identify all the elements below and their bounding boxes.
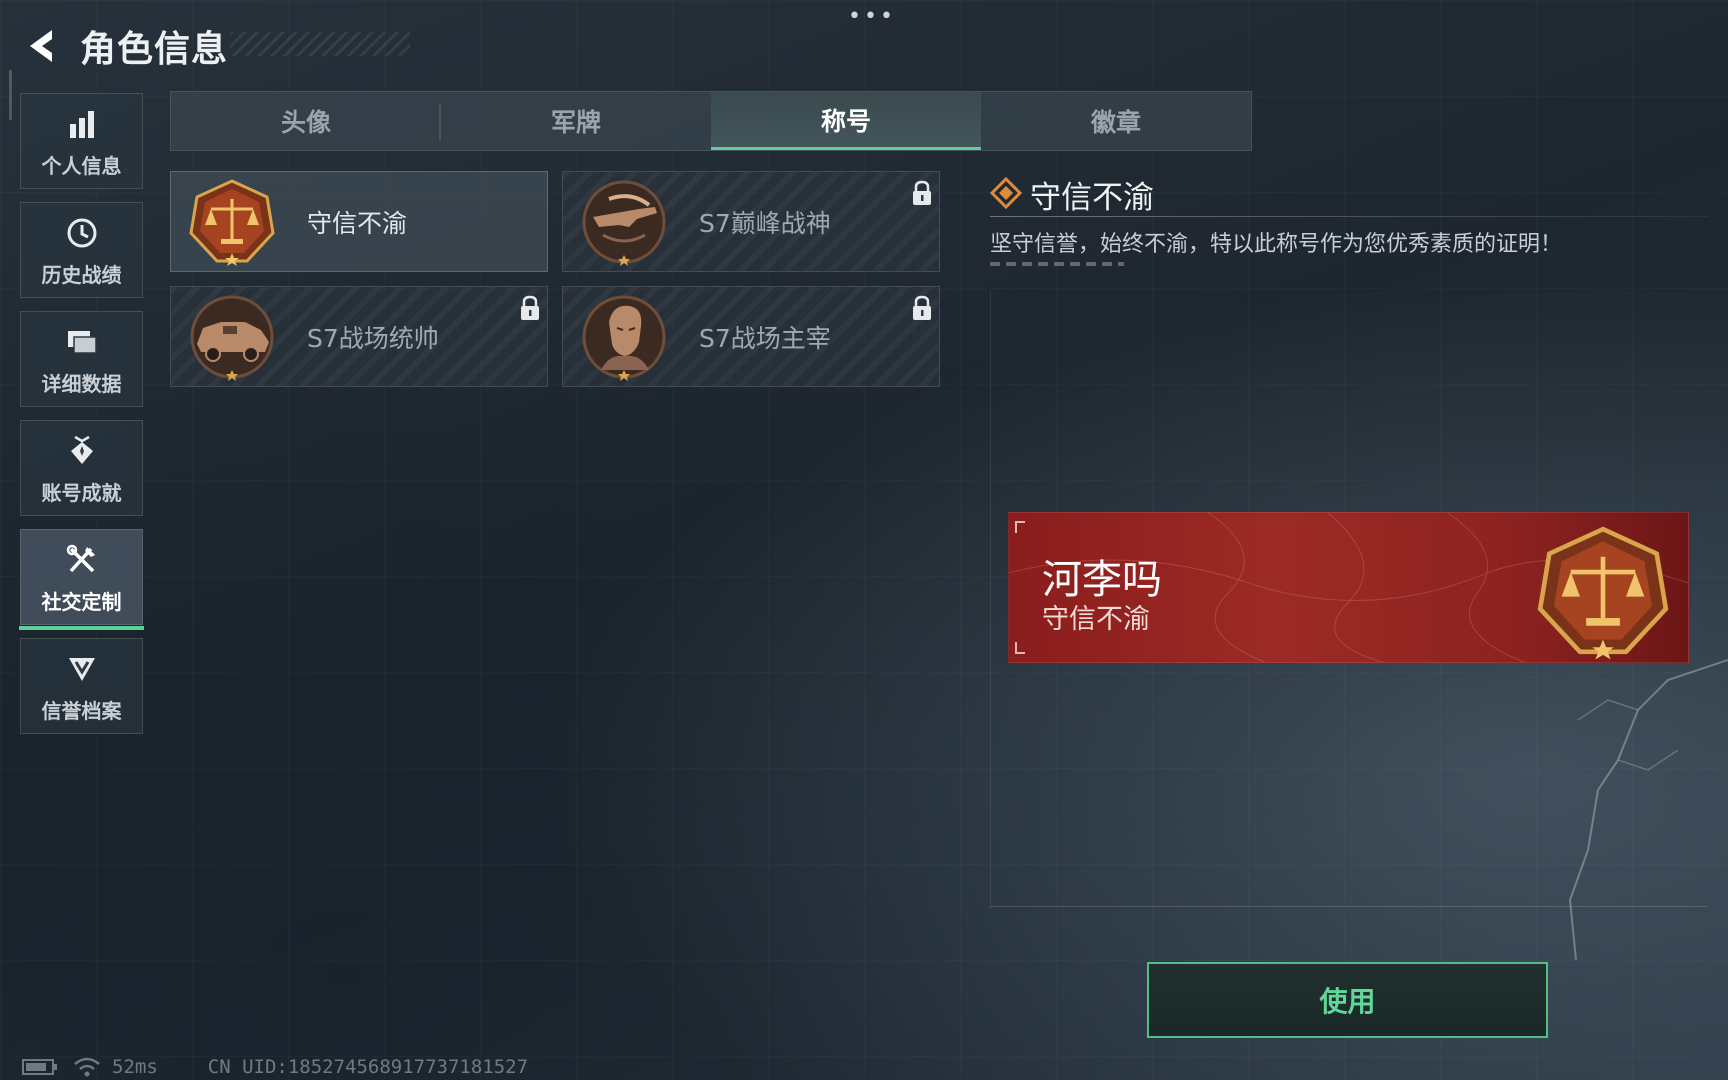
- sidebar-item-label: 账号成就: [41, 480, 122, 505]
- title-card-grid: 守信不渝 S7巅峰战神 S7战场统帅 S7战场主宰: [170, 171, 940, 387]
- sidebar-item-label: 信誉档案: [41, 698, 122, 723]
- title-preview-banner: 河李吗 守信不渝: [1008, 512, 1689, 663]
- sidebar-item-history[interactable]: 历史战绩: [20, 202, 143, 298]
- category-tabs: 头像 军牌 称号 徽章: [170, 91, 1252, 151]
- tab-avatar[interactable]: 头像: [171, 92, 441, 150]
- sidebar: 个人信息 历史战绩 详细数据 账号成就 社交定制 信誉档案: [19, 93, 144, 747]
- back-button[interactable]: [20, 24, 64, 68]
- vehicle-medal-icon: [190, 295, 274, 381]
- shield-chevron-icon: [68, 657, 95, 681]
- sidebar-item-label: 个人信息: [41, 153, 122, 178]
- achievement-badge-icon: [70, 435, 93, 464]
- use-button[interactable]: 使用: [1147, 962, 1548, 1038]
- sidebar-item-achievements[interactable]: 账号成就: [20, 420, 143, 516]
- lock-icon: [913, 295, 931, 320]
- wifi-icon: [74, 1057, 100, 1077]
- sidebar-edge-line: [9, 70, 12, 120]
- sidebar-item-detailed-data[interactable]: 详细数据: [20, 311, 143, 407]
- page-title: 角色信息: [80, 29, 229, 70]
- rifle-medal-icon: [582, 180, 666, 266]
- sidebar-item-credit-profile[interactable]: 信誉档案: [20, 638, 143, 734]
- detail-dash-decoration: [990, 262, 1124, 266]
- tools-icon: [66, 544, 95, 572]
- soldier-medal-icon: [582, 295, 666, 381]
- tab-dog-tag[interactable]: 军牌: [441, 92, 711, 150]
- detail-title: 守信不渝: [1030, 180, 1154, 216]
- title-card-name: S7巅峰战神: [699, 208, 831, 238]
- lock-icon: [913, 180, 931, 205]
- more-menu-dots[interactable]: •••: [848, 6, 896, 28]
- detail-description: 坚守信誉，始终不渝，特以此称号作为您优秀素质的证明！: [990, 232, 1563, 257]
- tab-badge[interactable]: 徽章: [981, 92, 1251, 150]
- folders-icon: [67, 330, 97, 354]
- title-card[interactable]: 守信不渝: [170, 171, 548, 272]
- diamond-title-icon: [990, 177, 1022, 209]
- sidebar-item-label: 详细数据: [41, 371, 122, 396]
- preview-title-text: 守信不渝: [1042, 604, 1150, 635]
- preview-frame-bottom-line: [990, 906, 1708, 907]
- tab-title[interactable]: 称号: [711, 92, 981, 150]
- bar-chart-icon: [69, 110, 94, 138]
- battery-icon: [22, 1059, 57, 1075]
- title-hatch-decoration: [230, 32, 410, 56]
- banner-corner: [1015, 521, 1025, 533]
- sidebar-item-label: 社交定制: [41, 589, 122, 614]
- title-card[interactable]: S7战场统帅: [170, 286, 548, 387]
- sidebar-item-social-custom[interactable]: 社交定制: [19, 529, 144, 630]
- banner-corner: [1015, 642, 1025, 654]
- history-clock-icon: [67, 218, 96, 247]
- title-card-name: S7战场主宰: [699, 323, 831, 353]
- sidebar-item-personal-info[interactable]: 个人信息: [20, 93, 143, 189]
- status-bar: 52ms CN UID:185274568917737181527: [22, 1056, 528, 1078]
- title-card-name: S7战场统帅: [307, 323, 439, 353]
- uid-readout: CN UID:185274568917737181527: [207, 1056, 529, 1078]
- title-card[interactable]: S7巅峰战神: [562, 171, 940, 272]
- title-card-name: 守信不渝: [307, 208, 408, 238]
- detail-divider: [990, 216, 1708, 217]
- scales-medal-icon: [189, 178, 275, 266]
- back-arrow-icon: [30, 30, 52, 62]
- header: 角色信息: [20, 20, 228, 72]
- scales-medal-icon: [1537, 526, 1669, 660]
- lock-icon: [521, 295, 539, 320]
- ping-readout: 52ms: [112, 1056, 158, 1078]
- sidebar-item-label: 历史战绩: [41, 262, 122, 287]
- title-card[interactable]: S7战场主宰: [562, 286, 940, 387]
